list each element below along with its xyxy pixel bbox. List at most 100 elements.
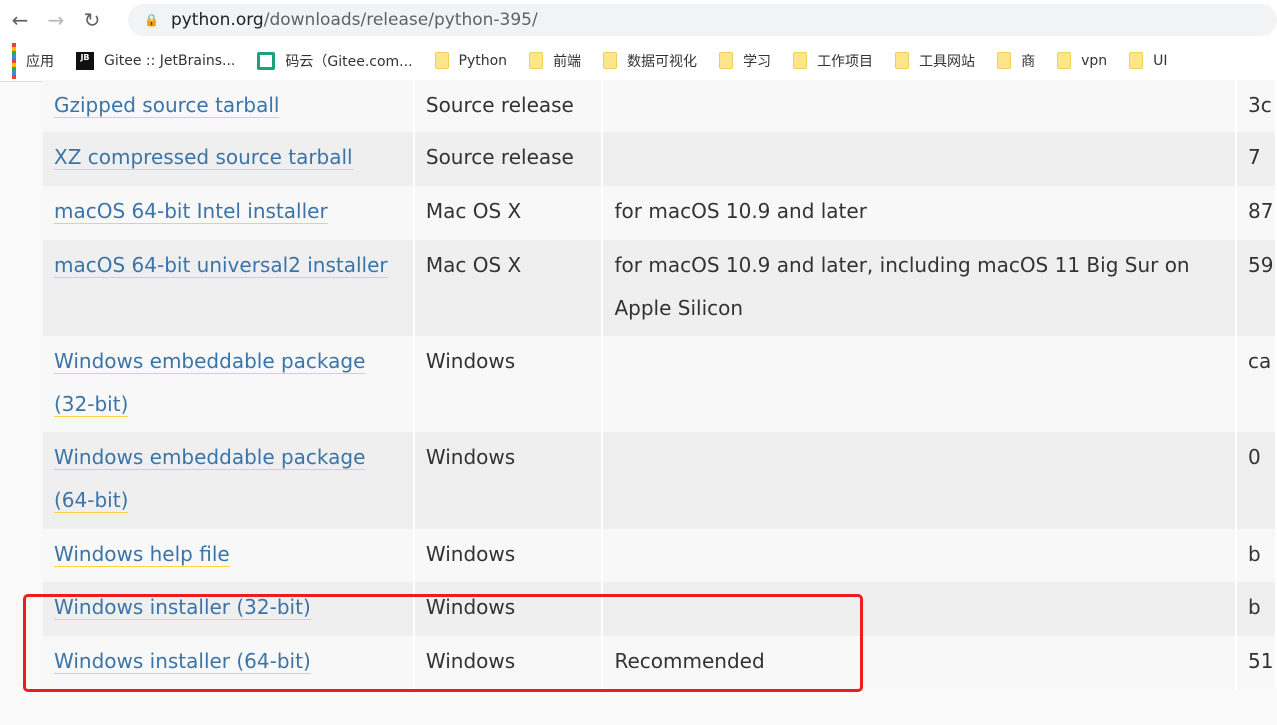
download-link[interactable]: Windows embeddable package (64-bit) — [54, 445, 366, 513]
table-row: Gzipped source tarball Source release 3c — [43, 80, 1277, 132]
version-cell: macOS 64-bit Intel installer — [43, 186, 415, 240]
description-cell — [602, 432, 1237, 529]
apps-grid-icon — [12, 42, 16, 79]
bookmark-label: 工作项目 — [817, 53, 874, 70]
os-text: Source release — [425, 145, 574, 169]
table-row: XZ compressed source tarball Source relea… — [43, 132, 1277, 186]
table-row: Windows embeddable package (64-bit) Windo… — [43, 432, 1277, 529]
table-row: macOS 64-bit Intel installer Mac OS X for … — [43, 186, 1277, 240]
md5-cell: 59 — [1236, 240, 1277, 336]
version-cell: Windows help file — [43, 529, 415, 582]
description-cell — [602, 80, 1237, 132]
os-cell: Windows — [413, 432, 604, 529]
version-cell: Windows embeddable package (32-bit) — [43, 336, 415, 432]
folder-icon — [793, 52, 808, 69]
download-link[interactable]: Windows help file — [54, 542, 230, 567]
md5-cell: 0 — [1236, 432, 1277, 529]
md5-cell: 3c — [1236, 80, 1277, 132]
description-cell — [602, 132, 1237, 186]
md5-text: 51 — [1248, 649, 1274, 673]
md5-text: 7 — [1248, 145, 1261, 169]
os-text: Mac OS X — [425, 199, 522, 223]
md5-text: b — [1248, 595, 1261, 619]
folder-icon — [1057, 52, 1072, 69]
bookmark-item[interactable]: UI — [1129, 52, 1168, 69]
bookmark-label: 学习 — [743, 53, 772, 70]
download-link[interactable]: Gzipped source tarball — [54, 93, 280, 118]
os-cell: Windows — [413, 529, 604, 582]
os-cell: Source release — [413, 132, 604, 186]
description-text: for macOS 10.9 and later, including macO… — [614, 253, 1190, 320]
download-link[interactable]: Windows embeddable package (32-bit) — [54, 349, 366, 417]
md5-cell: b — [1236, 582, 1277, 636]
highlight-box — [23, 594, 863, 692]
reload-icon[interactable]: ↻ — [74, 8, 110, 32]
os-cell: Mac OS X — [413, 186, 604, 240]
md5-cell: 87 — [1236, 186, 1277, 240]
url-host: python.org — [170, 10, 264, 30]
folder-icon — [1129, 52, 1144, 69]
version-cell: Gzipped source tarball — [43, 80, 415, 132]
version-cell: Windows embeddable package (64-bit) — [43, 432, 415, 529]
table-row: Windows help file Windows b — [43, 529, 1277, 582]
bookmark-item[interactable]: 工具网站 — [895, 51, 975, 71]
bookmarks-bar: 应用 JB Gitee :: JetBrains... 码云（Gitee.com...… — [0, 40, 1277, 82]
url-path: /downloads/release/python-395/ — [263, 10, 538, 30]
bookmark-item[interactable]: 工作项目 — [793, 51, 873, 71]
bookmark-item[interactable]: 码云（Gitee.com... — [257, 51, 413, 71]
bookmark-item[interactable]: 前端 — [529, 51, 581, 71]
address-bar[interactable]: 🔒 python.org/downloads/release/python-39… — [128, 4, 1277, 36]
forward-icon[interactable]: → — [38, 8, 74, 32]
folder-icon — [997, 52, 1012, 69]
bookmark-label: 商 — [1021, 53, 1036, 70]
bookmark-label: Python — [458, 52, 508, 69]
bookmark-label: vpn — [1081, 52, 1108, 69]
bookmark-label: 数据可视化 — [627, 53, 698, 70]
bookmark-item[interactable]: 数据可视化 — [603, 51, 697, 71]
table-row: macOS 64-bit universal2 installer Mac OS … — [43, 240, 1277, 336]
folder-icon — [895, 52, 910, 69]
md5-text: 87 — [1248, 199, 1274, 223]
md5-text: ca — [1248, 349, 1272, 373]
download-link[interactable]: XZ compressed source tarball — [54, 145, 353, 170]
os-cell: Windows — [413, 336, 604, 432]
md5-text: 0 — [1248, 445, 1261, 469]
os-text: Mac OS X — [425, 253, 522, 277]
bookmark-item[interactable]: JB Gitee :: JetBrains... — [76, 51, 236, 70]
md5-text: 3c — [1248, 93, 1272, 117]
description-cell: for macOS 10.9 and later, including macO… — [602, 240, 1237, 336]
bookmark-label: UI — [1153, 52, 1168, 69]
md5-text: 59 — [1248, 253, 1274, 277]
md5-cell: 7 — [1236, 132, 1277, 186]
bookmark-item[interactable]: Python — [434, 52, 508, 69]
os-text: Windows — [425, 445, 516, 469]
bookmark-label: Gitee :: JetBrains... — [104, 52, 236, 69]
os-cell: Mac OS X — [413, 240, 604, 336]
bookmark-item[interactable]: 学习 — [719, 51, 771, 71]
lock-icon: 🔒 — [144, 13, 159, 27]
bookmark-item[interactable]: 应用 — [12, 42, 54, 79]
md5-cell: b — [1236, 529, 1277, 582]
bookmark-label: 工具网站 — [919, 53, 976, 70]
back-icon[interactable]: ← — [2, 8, 38, 32]
md5-cell: ca — [1236, 336, 1277, 432]
os-cell: Source release — [413, 80, 604, 132]
bookmark-item[interactable]: 商 — [997, 51, 1035, 71]
folder-icon — [434, 52, 449, 69]
os-text: Windows — [425, 542, 516, 566]
os-text: Source release — [425, 93, 574, 117]
description-cell — [602, 529, 1237, 582]
download-link[interactable]: macOS 64-bit universal2 installer — [54, 253, 388, 278]
download-link[interactable]: macOS 64-bit Intel installer — [54, 199, 328, 224]
version-cell: macOS 64-bit universal2 installer — [43, 240, 415, 336]
gitee-icon — [257, 51, 276, 70]
description-cell — [602, 336, 1237, 432]
os-text: Windows — [425, 349, 516, 373]
bookmark-label: 前端 — [553, 53, 582, 70]
folder-icon — [529, 52, 544, 69]
version-cell: XZ compressed source tarball — [43, 132, 415, 186]
bookmark-item[interactable]: vpn — [1057, 52, 1107, 69]
bookmark-label: 应用 — [26, 53, 54, 70]
folder-icon — [719, 52, 734, 69]
jetbrains-icon: JB — [76, 51, 94, 70]
